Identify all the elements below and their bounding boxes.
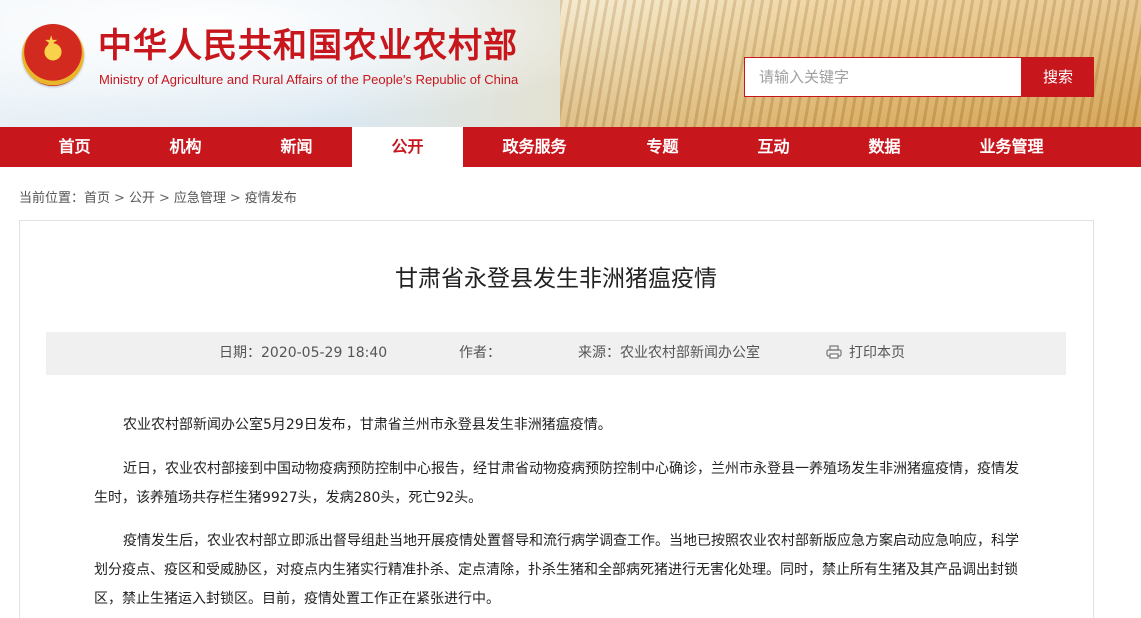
- print-page-button[interactable]: 打印本页: [826, 344, 905, 362]
- breadcrumb-item-emergency[interactable]: 应急管理: [174, 191, 226, 207]
- source-value: 农业农村部新闻办公室: [620, 345, 760, 361]
- article-paragraph: 农业农村部新闻办公室5月29日发布，甘肃省兰州市永登县发生非洲猪瘟疫情。: [123, 417, 612, 433]
- breadcrumb-item-public[interactable]: 公开: [129, 191, 155, 207]
- site-title[interactable]: 中华人民共和国农业农村部: [98, 26, 518, 66]
- article-meta-bar: [46, 332, 1066, 375]
- header-banner: ★ 中华人民共和国农业农村部 Ministry of Agriculture a…: [0, 0, 1141, 127]
- nav-item-news[interactable]: 新闻: [241, 127, 352, 167]
- national-emblem-icon[interactable]: ★: [22, 24, 84, 86]
- nav-item-data[interactable]: 数据: [829, 127, 940, 167]
- nav-item-business-management[interactable]: 业务管理: [956, 127, 1067, 167]
- article-source: 来源：农业农村部新闻办公室: [578, 344, 760, 362]
- author-label: 作者：: [459, 345, 501, 361]
- nav-item-topics[interactable]: 专题: [607, 127, 718, 167]
- breadcrumb-item-epidemic-release[interactable]: 疫情发布: [245, 191, 297, 207]
- article-paragraph: 疫情发生后，农业农村部立即派出督导组赴当地开展疫情处置督导和流行病学调查工作。当…: [94, 533, 1019, 607]
- breadcrumb: 当前位置：首页 > 公开 > 应急管理 > 疫情发布: [19, 191, 297, 207]
- article-author: 作者：: [459, 344, 501, 362]
- article-title: 甘肃省永登县发生非洲猪瘟疫情: [395, 266, 717, 292]
- date-value: 2020-05-29 18:40: [261, 345, 388, 361]
- site-subtitle: Ministry of Agriculture and Rural Affair…: [99, 72, 519, 87]
- search-input[interactable]: [744, 57, 1022, 97]
- breadcrumb-separator: >: [114, 191, 125, 206]
- breadcrumb-item-home[interactable]: 首页: [84, 191, 110, 207]
- breadcrumb-separator: >: [229, 191, 241, 206]
- main-nav: 首页 机构 新闻 公开 政务服务 专题 互动 数据 业务管理: [0, 127, 1141, 167]
- print-label: 打印本页: [849, 345, 905, 361]
- breadcrumb-separator: >: [158, 191, 170, 206]
- article-paragraph: 近日，农业农村部接到中国动物疫病预防控制中心报告，经甘肃省动物疫病预防控制中心确…: [94, 461, 1019, 506]
- nav-item-home[interactable]: 首页: [19, 127, 130, 167]
- nav-item-interaction[interactable]: 互动: [718, 127, 829, 167]
- breadcrumb-prefix: 当前位置：: [19, 191, 85, 206]
- emblem-star: ★: [44, 32, 59, 51]
- printer-icon: [826, 345, 842, 359]
- nav-item-government-services[interactable]: 政务服务: [479, 127, 590, 167]
- search-button[interactable]: 搜索: [1022, 57, 1094, 97]
- source-label: 来源：: [578, 345, 620, 361]
- nav-item-public[interactable]: 公开: [352, 127, 463, 167]
- article-date: 日期：2020-05-29 18:40: [219, 344, 387, 362]
- date-label: 日期：: [219, 345, 261, 361]
- nav-item-organization[interactable]: 机构: [130, 127, 241, 167]
